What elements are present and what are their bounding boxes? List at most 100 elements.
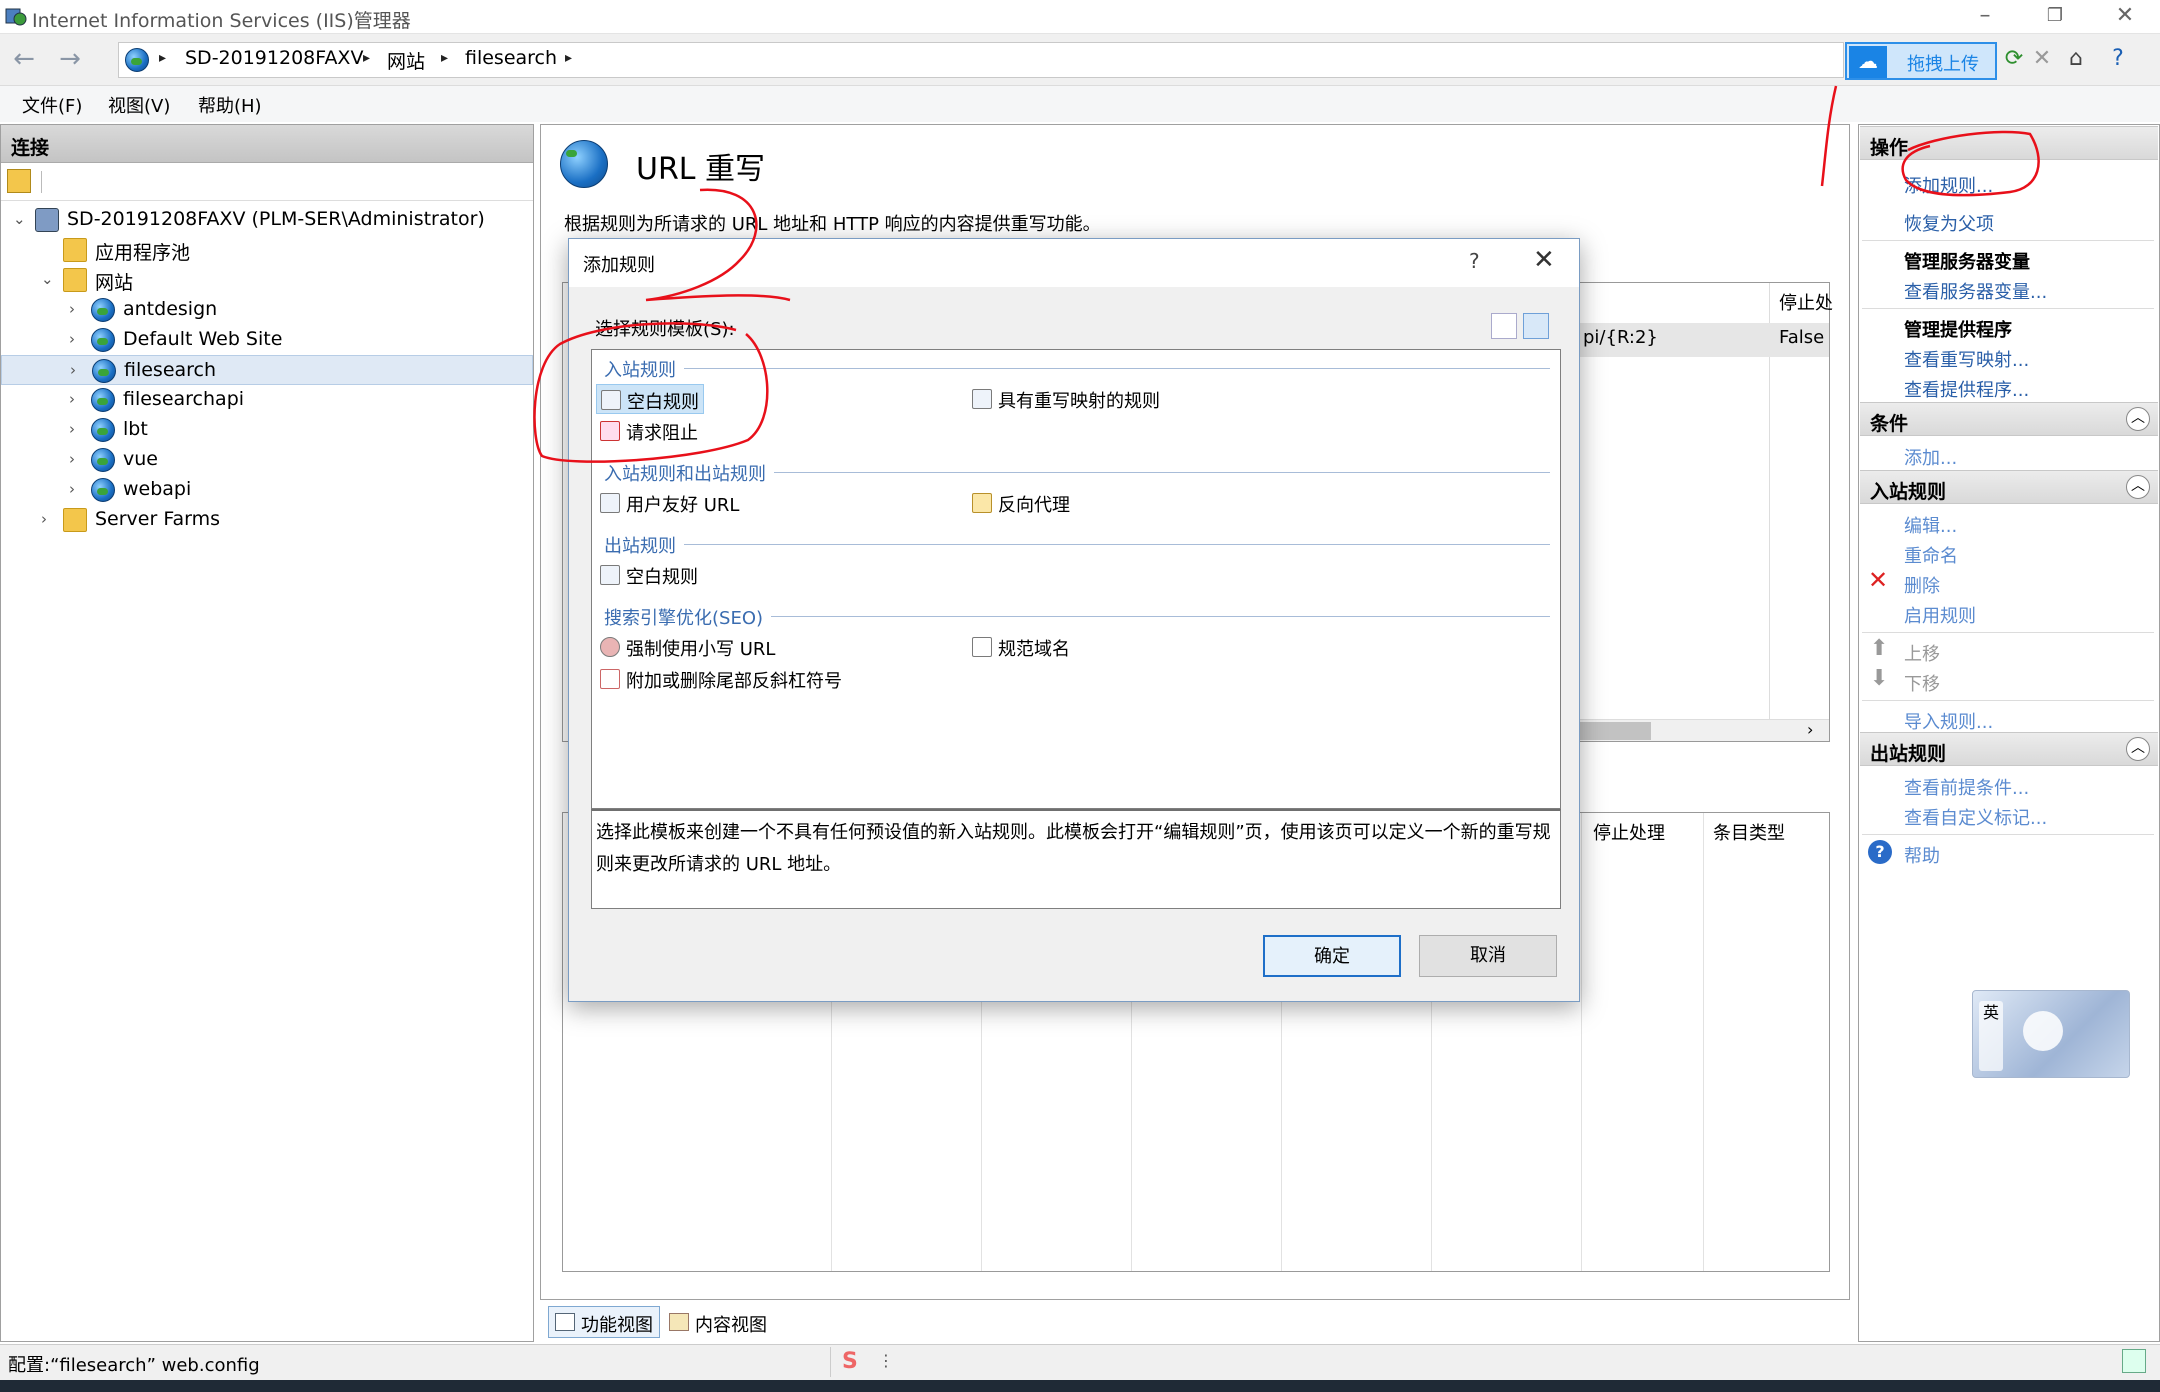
menu-view[interactable]: 视图(V)	[108, 92, 170, 118]
connections-pane: 连接 ⌄ SD-20191208FAXV (PLM-SER\Administrat…	[0, 124, 534, 1342]
tree-item[interactable]: › antdesign	[1, 295, 533, 325]
stop-icon[interactable]: ✕	[2026, 44, 2058, 76]
delete-link[interactable]: 删除	[1904, 572, 1940, 598]
address-bar[interactable]: ▸ SD-20191208FAXV ▸ 网站 ▸ filesearch ▸	[118, 42, 1844, 78]
revert-to-parent-link[interactable]: 恢复为父项	[1904, 210, 1994, 236]
collapse-chevron-icon[interactable]: ›	[41, 510, 47, 528]
crumb-sites[interactable]: 网站	[387, 47, 425, 74]
collapse-chevron-icon[interactable]: ›	[69, 480, 75, 498]
horizontal-scrollbar[interactable]: ›	[1563, 719, 1829, 741]
expand-chevron-icon[interactable]: ⌄	[41, 270, 54, 288]
home-icon[interactable]: ⌂	[2060, 44, 2092, 76]
col-header-stop[interactable]: 停止处	[1779, 289, 1833, 315]
tree-item[interactable]: 应用程序池	[1, 235, 533, 265]
col-header-stop[interactable]: 停止处理	[1593, 819, 1665, 845]
collapse-chevron-icon[interactable]: ›	[69, 390, 75, 408]
collapse-chevron-icon[interactable]: ›	[69, 420, 75, 438]
template-description: 选择此模板来创建一个不具有任何预设值的新入站规则。此模板会打开“编辑规则”页，使…	[591, 809, 1561, 909]
view-server-variables-link[interactable]: 查看服务器变量...	[1904, 278, 2047, 304]
list-view-icon[interactable]	[1491, 313, 1517, 339]
collapse-chevron-icon[interactable]: ›	[70, 361, 76, 379]
menu-help[interactable]: 帮助(H)	[198, 92, 262, 118]
template-blank-inbound[interactable]: 空白规则	[596, 384, 704, 414]
collapse-chevron-icon[interactable]: ›	[69, 330, 75, 348]
content-view-icon	[669, 1313, 689, 1331]
tree-item-label: lbt	[123, 418, 148, 440]
page-title: URL 重写	[636, 152, 766, 187]
template-trailing-slash[interactable]: 附加或删除尾部反斜杠符号	[596, 664, 846, 694]
tile-view-icon[interactable]	[1523, 313, 1549, 339]
tree-item[interactable]: › filesearch	[1, 355, 533, 385]
template-blank-outbound[interactable]: 空白规则	[596, 560, 702, 590]
rename-link[interactable]: 重命名	[1904, 542, 1958, 568]
ime-menu-icon[interactable]: ⋮	[878, 1351, 894, 1370]
template-rewrite-map[interactable]: 具有重写映射的规则	[968, 384, 1164, 414]
template-reverse-proxy[interactable]: 反向代理	[968, 488, 1074, 518]
site-globe-icon	[91, 388, 115, 412]
edit-link[interactable]: 编辑...	[1904, 512, 1957, 538]
iis-app-icon	[4, 5, 28, 27]
crumb-site[interactable]: filesearch	[465, 47, 557, 69]
collapse-icon[interactable]: ︿	[2126, 475, 2150, 499]
help-link[interactable]: 帮助	[1904, 842, 1940, 868]
address-row: ← → ▸ SD-20191208FAXV ▸ 网站 ▸ filesearch …	[0, 34, 2160, 86]
tree-item[interactable]: ⌄ SD-20191208FAXV (PLM-SER\Administrator)	[1, 205, 533, 235]
tree-item[interactable]: › vue	[1, 445, 533, 475]
cell-pattern: pi/{R:2}	[1583, 327, 1658, 348]
site-globe-icon	[91, 328, 115, 352]
collapse-icon[interactable]: ︿	[2126, 407, 2150, 431]
tree-item[interactable]: › lbt	[1, 415, 533, 445]
template-lowercase-url[interactable]: 强制使用小写 URL	[596, 632, 779, 662]
dialog-help-button[interactable]: ?	[1469, 249, 1480, 273]
minimize-button[interactable]: –	[1950, 0, 2020, 34]
connect-icon[interactable]	[7, 169, 31, 193]
tree-item[interactable]: › filesearchapi	[1, 385, 533, 415]
dialog-close-button[interactable]: ✕	[1533, 245, 1555, 275]
crumb-server[interactable]: SD-20191208FAXV	[185, 47, 363, 69]
import-rules-link[interactable]: 导入规则...	[1904, 708, 1993, 734]
col-header-type[interactable]: 条目类型	[1713, 819, 1785, 845]
collapse-chevron-icon[interactable]: ›	[69, 300, 75, 318]
cancel-button[interactable]: 取消	[1419, 935, 1557, 977]
expand-chevron-icon[interactable]: ⌄	[13, 210, 26, 228]
view-tabs: 功能视图 内容视图	[548, 1304, 848, 1340]
tree-item[interactable]: › webapi	[1, 475, 533, 505]
move-up-link[interactable]: 上移	[1904, 640, 1940, 666]
dialog-title-bar: 添加规则 ? ✕	[569, 239, 1579, 287]
template-canonical-domain[interactable]: 规范域名	[968, 632, 1074, 662]
ime-widget[interactable]: 英	[1972, 990, 2130, 1078]
forward-button[interactable]: →	[52, 42, 88, 78]
view-preconditions-link[interactable]: 查看前提条件...	[1904, 774, 2029, 800]
close-button[interactable]: ✕	[2090, 0, 2160, 34]
add-rule-link[interactable]: 添加规则...	[1904, 172, 1993, 198]
back-button[interactable]: ←	[6, 42, 42, 78]
tab-content-view[interactable]: 内容视图	[662, 1306, 774, 1338]
upload-label: 拖拽上传	[1907, 54, 1979, 75]
block-icon	[600, 421, 620, 441]
tree-item-label: Default Web Site	[123, 328, 283, 350]
menu-file[interactable]: 文件(F)	[22, 92, 82, 118]
view-custom-tags-link[interactable]: 查看自定义标记...	[1904, 804, 2047, 830]
enable-rule-link[interactable]: 启用规则	[1904, 602, 1976, 628]
scroll-right-icon[interactable]: ›	[1807, 720, 1813, 739]
restore-button[interactable]: ❐	[2020, 0, 2090, 34]
help-icon[interactable]: ?	[2102, 44, 2134, 76]
view-providers-link[interactable]: 查看提供程序...	[1904, 376, 2029, 402]
tree-item[interactable]: › Default Web Site	[1, 325, 533, 355]
template-friendly-url[interactable]: 用户友好 URL	[596, 488, 743, 518]
tree-item[interactable]: › Server Farms	[1, 505, 533, 535]
sogou-ime-icon[interactable]: S	[842, 1349, 870, 1375]
tree-item[interactable]: ⌄ 网站	[1, 265, 533, 295]
move-down-link[interactable]: 下移	[1904, 670, 1940, 696]
blank-rule-icon	[601, 390, 621, 410]
template-list[interactable]: 入站规则 空白规则 具有重写映射的规则 请求阻止 入站规则和出站规则 用户友好 …	[591, 349, 1561, 809]
collapse-chevron-icon[interactable]: ›	[69, 450, 75, 468]
add-condition-link[interactable]: 添加...	[1904, 444, 1957, 470]
move-up-icon: ⬆	[1870, 636, 1889, 661]
view-rewrite-maps-link[interactable]: 查看重写映射...	[1904, 346, 2029, 372]
upload-button[interactable]: ☁ 拖拽上传	[1845, 42, 1997, 80]
tab-features-view[interactable]: 功能视图	[548, 1306, 660, 1338]
ok-button[interactable]: 确定	[1263, 935, 1401, 977]
template-request-blocking[interactable]: 请求阻止	[596, 416, 702, 446]
collapse-icon[interactable]: ︿	[2126, 737, 2150, 761]
